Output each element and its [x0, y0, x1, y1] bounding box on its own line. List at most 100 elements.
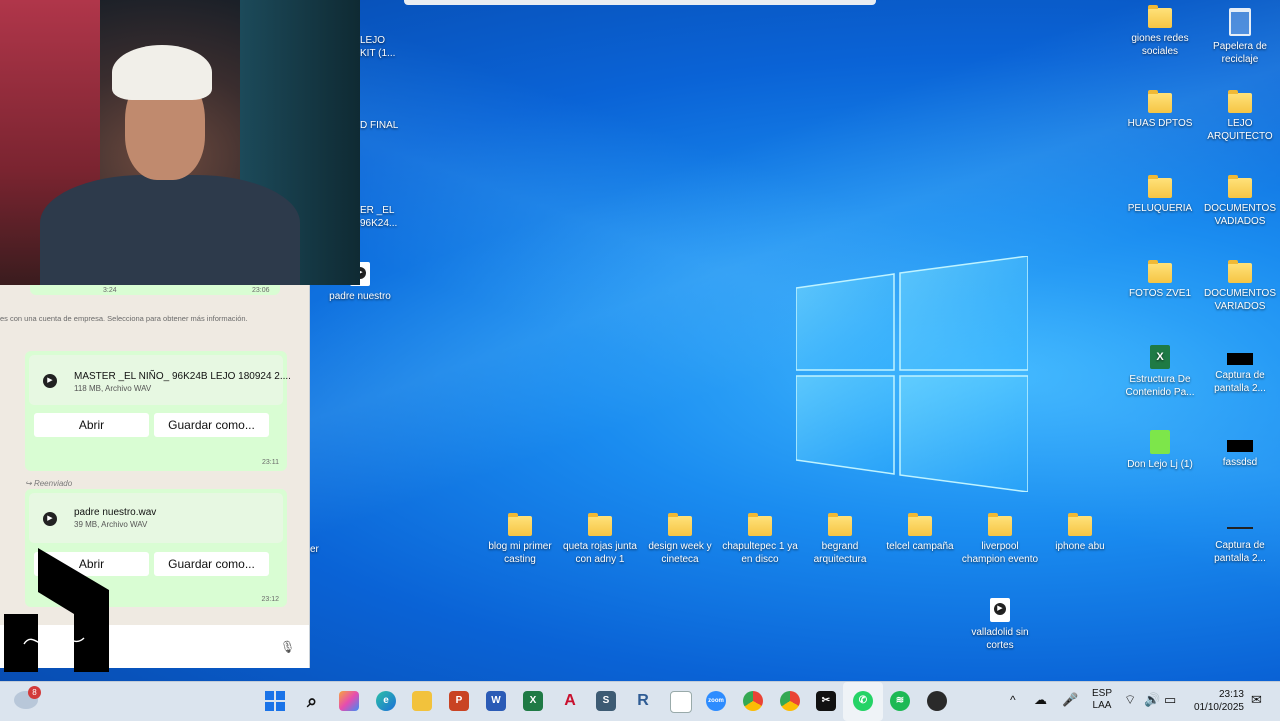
edge-icon[interactable]: e [376, 691, 396, 711]
microphone-tray-icon[interactable]: 🎤 [1062, 692, 1078, 708]
weather-badge: 8 [28, 686, 41, 699]
capcut-icon[interactable]: ✂ [816, 691, 836, 711]
message-time: 23:11 [262, 459, 279, 466]
folder-icon [1228, 175, 1252, 198]
message-bubble-partial [30, 285, 280, 295]
desktop-folder-design-week[interactable]: design week y cineteca [640, 513, 720, 566]
file-name: padre nuestro.wav [74, 507, 157, 518]
folder-icon [748, 513, 772, 536]
file-attachment-card[interactable]: ▶ MASTER _EL NIÑO_ 96K24B LEJO 180924 2.… [29, 355, 291, 405]
volume-icon[interactable]: 🔊 [1144, 692, 1160, 708]
desktop-file-captura-de-pantalla-1[interactable]: Captura de pantalla 2... [1200, 347, 1280, 395]
file-name: MASTER _EL NIÑO_ 96K24B LEJO 180924 2...… [74, 371, 291, 382]
business-account-notice[interactable]: es con una cuenta de empresa. Selecciona… [0, 314, 309, 323]
desktop-folder-liverpool-champion[interactable]: liverpool champion evento [960, 513, 1040, 566]
autocad-icon[interactable]: A [560, 691, 580, 711]
desktop-file-fassdsd[interactable]: fassdsd [1200, 434, 1280, 469]
file-attachment-card[interactable]: ▶ padre nuestro.wav 39 MB, Archivo WAV [29, 493, 283, 543]
image-thumbnail-icon [1227, 440, 1253, 452]
window-edge [404, 0, 876, 5]
desktop-folder-documentos-variados[interactable]: DOCUMENTOS VARIADOS [1200, 260, 1280, 313]
microphone-icon[interactable]: 🎙 [280, 640, 295, 654]
spotify-icon[interactable]: ≋ [890, 691, 910, 711]
desktop-folder-telcel-campana[interactable]: telcel campaña [880, 513, 960, 553]
desktop-folder-huas-dptos[interactable]: HUAS DPTOS [1120, 90, 1200, 130]
channel-logo-watermark [4, 548, 109, 672]
wifi-icon[interactable]: ⌔ [1124, 692, 1136, 708]
battery-icon[interactable]: ▭ [1164, 692, 1176, 708]
excel-file-icon: X [1150, 345, 1170, 369]
folder-icon [1148, 5, 1172, 28]
chevron-up-icon[interactable]: ^ [1010, 693, 1016, 707]
play-icon[interactable]: ▶ [43, 512, 57, 526]
desktop-folder-chapultepec[interactable]: chapultepec 1 ya en disco [720, 513, 800, 566]
word-icon[interactable]: W [486, 691, 506, 711]
desktop-file-estructura-de-contenido[interactable]: X Estructura De Contenido Pa... [1120, 345, 1200, 399]
obs-icon[interactable] [927, 691, 947, 711]
desktop-file-master-el-nino[interactable]: ER _EL 96K24... [360, 204, 400, 230]
desktop-file-d-final[interactable]: D FINAL [360, 119, 410, 132]
chrome-profile-icon[interactable] [780, 691, 800, 711]
notepad-icon[interactable] [670, 691, 692, 713]
folder-icon [1148, 260, 1172, 283]
sketchup-icon[interactable]: S [596, 691, 616, 711]
desktop-folder-iphone-abu[interactable]: iphone abu [1040, 513, 1120, 553]
image-thumbnail-icon [1227, 527, 1253, 533]
folder-icon [668, 513, 692, 536]
folder-icon [1228, 90, 1252, 113]
onedrive-icon[interactable]: ☁ [1034, 692, 1047, 708]
copilot-icon[interactable] [339, 691, 359, 711]
message-time: 23:06 [252, 287, 270, 294]
windows-logo-wallpaper [796, 256, 1028, 492]
zoom-icon[interactable]: zoom [706, 691, 726, 711]
image-thumbnail-icon [1227, 353, 1253, 365]
play-icon[interactable]: ▶ [43, 374, 57, 388]
forwarded-label: ↪ Reenviado [25, 479, 73, 488]
chrome-icon[interactable] [743, 691, 763, 711]
message-time: 3:24 [103, 287, 117, 294]
folder-icon [1148, 175, 1172, 198]
message-time: 23:12 [261, 596, 279, 603]
desktop-folder-giones-redes-sociales[interactable]: giones redes sociales [1120, 5, 1200, 58]
media-file-icon [990, 598, 1010, 622]
file-message: ▶ MASTER _EL NIÑO_ 96K24B LEJO 180924 2.… [25, 351, 291, 471]
file-meta: 39 MB, Archivo WAV [74, 520, 148, 529]
revit-icon[interactable]: R [633, 691, 653, 711]
desktop-file-valladolid-sin-cortes[interactable]: valladolid sin cortes [960, 598, 1040, 652]
folder-icon [908, 513, 932, 536]
excel-icon[interactable]: X [523, 691, 543, 711]
open-button[interactable]: Abrir [34, 413, 149, 437]
desktop-file-don-lejo[interactable]: Don Lejo Lj (1) [1120, 430, 1200, 471]
file-meta: 118 MB, Archivo WAV [74, 384, 152, 393]
desktop-folder-peluqueria[interactable]: PELUQUERIA [1120, 175, 1200, 215]
notifications-icon[interactable]: ✉ [1251, 692, 1262, 708]
powerpoint-icon[interactable]: P [449, 691, 469, 711]
folder-icon [508, 513, 532, 536]
taskbar: 8 ⌕ e P W X A S R zoom ✂ ✆ ≋ ^ ☁ 🎤 ESP L… [0, 681, 1280, 721]
start-icon[interactable] [265, 691, 285, 711]
folder-icon [988, 513, 1012, 536]
folder-icon [1228, 260, 1252, 283]
desktop-folder-documentos-vadiados[interactable]: DOCUMENTOS VADIADOS [1200, 175, 1280, 228]
file-explorer-icon[interactable] [412, 691, 432, 711]
whatsapp-icon[interactable]: ✆ [853, 691, 873, 711]
desktop-file-lejo-kit[interactable]: LEJO KIT (1... [360, 34, 400, 60]
recycle-bin-icon [1229, 8, 1251, 36]
desktop-folder-fotos-zve1[interactable]: FOTOS ZVE1 [1120, 260, 1200, 300]
desktop-file-captura-de-pantalla-2[interactable]: Captura de pantalla 2... [1200, 527, 1280, 565]
desktop-folder-begrand-arquitectura[interactable]: begrand arquitectura [800, 513, 880, 566]
webcam-person-body [40, 175, 300, 285]
green-document-icon [1150, 430, 1170, 454]
desktop-file-partial[interactable]: er [310, 543, 319, 556]
desktop-folder-blog-mi-primer-casting[interactable]: blog mi primer casting [480, 513, 560, 566]
save-as-button[interactable]: Guardar como... [154, 413, 269, 437]
folder-icon [588, 513, 612, 536]
desktop-folder-queta-rojas[interactable]: queta rojas junta con adny 1 [560, 513, 640, 566]
search-icon[interactable]: ⌕ [302, 691, 322, 711]
clock[interactable]: 23:13 01/10/2025 [1192, 688, 1244, 714]
save-as-button[interactable]: Guardar como... [154, 552, 269, 576]
webcam-overlay [0, 0, 360, 285]
desktop-recycle-bin[interactable]: Papelera de reciclaje [1200, 8, 1280, 66]
desktop-folder-lejo-arquitecto[interactable]: LEJO ARQUITECTO [1200, 90, 1280, 143]
language-indicator[interactable]: ESP LAA [1092, 688, 1112, 712]
